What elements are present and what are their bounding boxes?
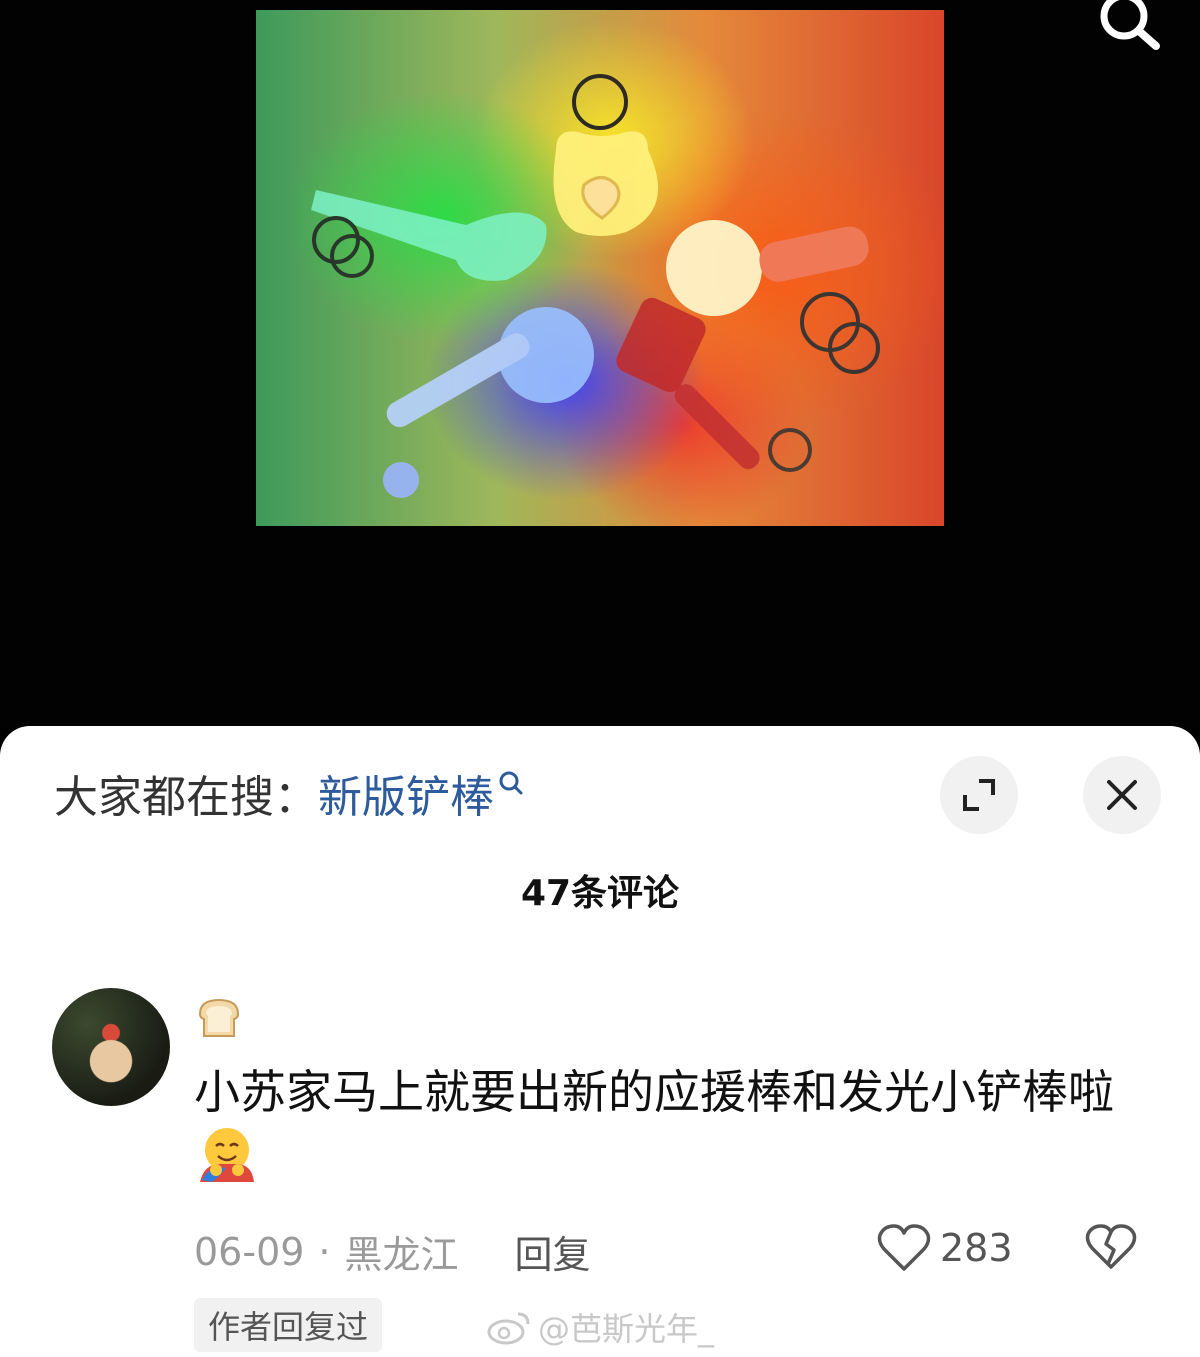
- comment-count: 47条评论: [520, 873, 680, 914]
- search-icon[interactable]: [1094, 0, 1164, 52]
- light-stick-keychains-illustration: [311, 74, 880, 498]
- dislike-button[interactable]: [1084, 1222, 1138, 1276]
- expand-button[interactable]: [940, 756, 1018, 834]
- expand-icon: [963, 779, 995, 811]
- comment-meta: 06-09 · 黑龙江 回复: [194, 1224, 591, 1279]
- close-button[interactable]: [1083, 756, 1161, 834]
- yellow-cat-light: [553, 74, 659, 236]
- weibo-icon: [487, 1312, 530, 1345]
- author-replied-badge[interactable]: 作者回复过: [194, 1298, 383, 1352]
- comment-date: 06-09: [194, 1229, 305, 1274]
- bread-emoji-icon[interactable]: [194, 992, 244, 1042]
- small-search-icon: [499, 771, 523, 795]
- comment-sheet: 大家都在搜： 新版铲棒 47条评论 小苏家马上就要出新的应援棒和发光小铲棒啦 0…: [0, 726, 1200, 1357]
- comment-body[interactable]: 小苏家马上就要出新的应援棒和发光小铲棒啦: [194, 1060, 1134, 1192]
- hugging-face-emoji-icon: [200, 1128, 254, 1182]
- green-light-stick: [311, 190, 547, 281]
- blue-paw-light-stick: [383, 307, 594, 498]
- watermark-text: @芭斯光年_: [538, 1310, 715, 1348]
- like-button[interactable]: 283: [876, 1222, 1013, 1274]
- watermark: @芭斯光年_: [486, 1304, 714, 1350]
- reply-button[interactable]: 回复: [515, 1224, 591, 1279]
- trending-search[interactable]: 大家都在搜： 新版铲棒: [54, 770, 524, 826]
- broken-heart-icon: [1085, 1224, 1137, 1269]
- post-photo[interactable]: [256, 10, 944, 526]
- media-viewer: [0, 0, 1200, 728]
- avatar[interactable]: [52, 988, 170, 1106]
- comment-text: 小苏家马上就要出新的应援棒和发光小铲棒啦: [194, 1065, 1114, 1119]
- close-icon: [1107, 780, 1137, 810]
- orange-light-stick: [666, 220, 880, 374]
- trending-term-link[interactable]: 新版铲棒: [318, 770, 494, 826]
- like-count: 283: [940, 1226, 1013, 1270]
- meta-separator: ·: [318, 1229, 331, 1274]
- comment-location: 黑龙江: [344, 1233, 459, 1277]
- red-spatula-light-stick: [616, 297, 812, 472]
- heart-icon: [877, 1224, 931, 1271]
- trending-label: 大家都在搜：: [54, 772, 318, 823]
